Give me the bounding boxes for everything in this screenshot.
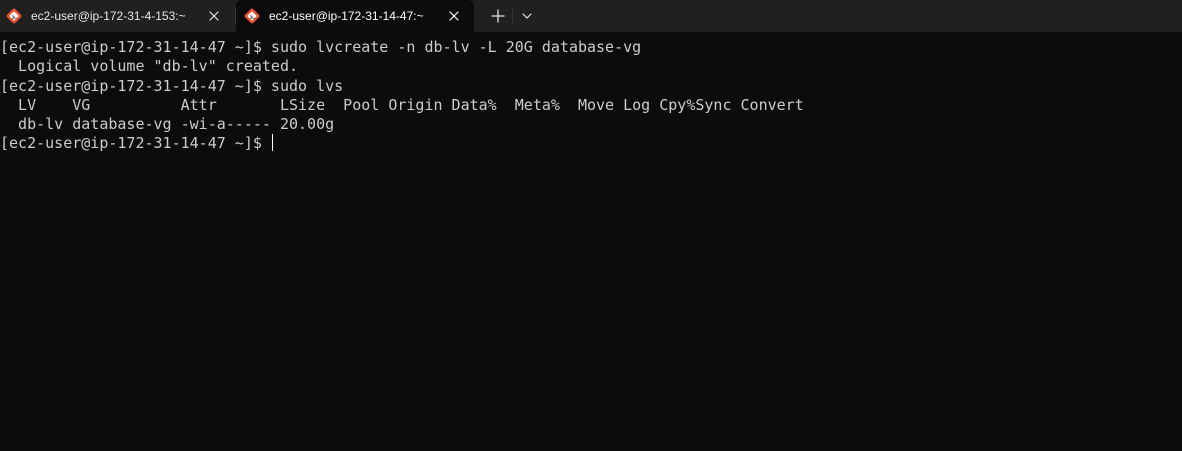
- git-bash-icon: [244, 8, 260, 24]
- tab-title: ec2-user@ip-172-31-4-153:~: [31, 9, 186, 23]
- terminal-line: Logical volume "db-lv" created.: [0, 57, 299, 76]
- button-divider: [512, 9, 513, 23]
- terminal-prompt-line[interactable]: [ec2-user@ip-172-31-14-47 ~]$: [0, 134, 804, 153]
- close-tab-button[interactable]: [440, 2, 468, 30]
- terminal-line: LV VG Attr LSize Pool Origin Data% Meta%…: [0, 95, 804, 114]
- terminal-line: db-lv database-vg -wi-a----- 20.00g: [0, 115, 335, 134]
- text-cursor: [271, 134, 273, 152]
- tab-dropdown-button[interactable]: [514, 2, 540, 30]
- tab-bar: ec2-user@ip-172-31-4-153:~ ec2-user@ip-1…: [0, 0, 1182, 32]
- terminal-line: [ec2-user@ip-172-31-14-47 ~]$ sudo lvs: [0, 76, 344, 95]
- terminal-lines: [ec2-user@ip-172-31-14-47 ~]$ sudo lvcre…: [0, 38, 804, 154]
- close-tab-button[interactable]: [200, 2, 228, 30]
- new-tab-button[interactable]: [484, 2, 512, 30]
- terminal-window: ec2-user@ip-172-31-4-153:~ ec2-user@ip-1…: [0, 0, 1182, 451]
- plus-icon: [491, 9, 505, 23]
- tab-ec2-user-ip-172-31-4-153[interactable]: ec2-user@ip-172-31-4-153:~: [0, 0, 234, 32]
- close-icon: [209, 11, 219, 21]
- tab-ec2-user-ip-172-31-14-47[interactable]: ec2-user@ip-172-31-14-47:~: [236, 0, 474, 32]
- terminal-line: [ec2-user@ip-172-31-14-47 ~]$ sudo lvcre…: [0, 38, 642, 56]
- tab-title: ec2-user@ip-172-31-14-47:~: [269, 9, 424, 23]
- chevron-down-icon: [522, 13, 532, 19]
- terminal-prompt: [ec2-user@ip-172-31-14-47 ~]$: [0, 134, 271, 153]
- terminal-output[interactable]: [ec2-user@ip-172-31-14-47 ~]$ sudo lvcre…: [0, 32, 1182, 451]
- git-bash-icon: [6, 8, 22, 24]
- close-icon: [449, 11, 459, 21]
